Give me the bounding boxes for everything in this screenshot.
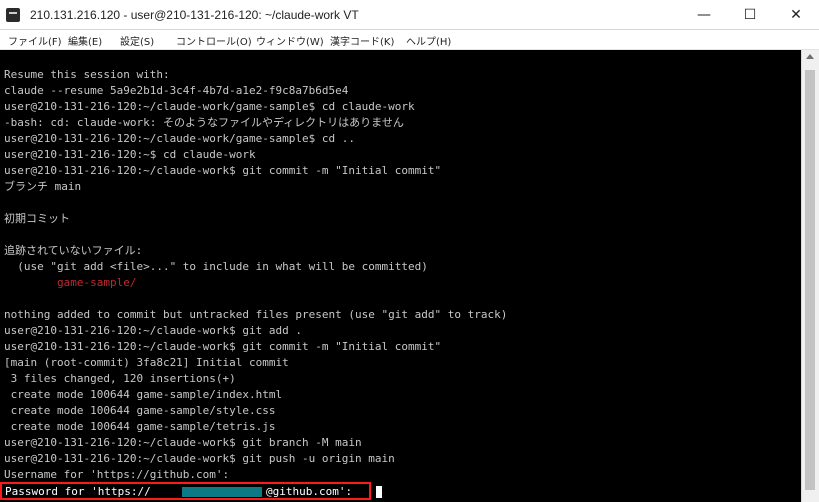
terminal-cursor[interactable] bbox=[376, 486, 382, 498]
menu-kanji-code[interactable]: 漢字コード(K) bbox=[330, 33, 394, 48]
terminal-output[interactable]: Resume this session with: claude --resum… bbox=[0, 50, 801, 502]
terminal-window: 210.131.216.120 - user@210-131-216-120: … bbox=[0, 0, 819, 502]
menu-edit[interactable]: 編集(E) bbox=[68, 33, 102, 48]
menu-window[interactable]: ウィンドウ(W) bbox=[256, 33, 324, 48]
terminal-line: user@210-131-216-120:~/claude-work$ git … bbox=[4, 164, 442, 177]
password-prompt-suffix: @github.com': bbox=[266, 485, 353, 498]
menu-settings[interactable]: 設定(S) bbox=[120, 33, 154, 48]
terminal-line: create mode 100644 game-sample/index.htm… bbox=[4, 388, 283, 401]
terminal-line: user@210-131-216-120:~/claude-work$ git … bbox=[4, 436, 362, 449]
terminal-line: -bash: cd: claude-work: そのようなファイルやディレクトリ… bbox=[4, 116, 404, 129]
terminal-line-untracked: game-sample/ bbox=[4, 276, 137, 289]
maximize-button[interactable]: ☐ bbox=[727, 0, 773, 30]
terminal-line: user@210-131-216-120:~/claude-work$ git … bbox=[4, 452, 395, 465]
terminal-line: ブランチ main bbox=[4, 180, 82, 193]
close-button[interactable]: ✕ bbox=[773, 0, 819, 30]
terminal-app-icon bbox=[6, 8, 20, 22]
terminal-line: Resume this session with: bbox=[4, 68, 170, 81]
menu-bar: ファイル(F) 編集(E) 設定(S) コントロール(O) ウィンドウ(W) 漢… bbox=[0, 30, 819, 50]
redacted-username bbox=[182, 487, 262, 497]
vertical-scrollbar[interactable] bbox=[801, 50, 819, 502]
terminal-line: user@210-131-216-120:~/claude-work$ git … bbox=[4, 340, 442, 353]
terminal-line: create mode 100644 game-sample/style.css bbox=[4, 404, 276, 417]
minimize-button[interactable]: — bbox=[681, 0, 727, 30]
terminal-line: user@210-131-216-120:~$ cd claude-work bbox=[4, 148, 256, 161]
terminal-line: (use "git add <file>..." to include in w… bbox=[4, 260, 428, 273]
scroll-up-icon[interactable] bbox=[806, 54, 814, 59]
menu-file[interactable]: ファイル(F) bbox=[8, 33, 62, 48]
terminal-line: claude --resume 5a9e2b1d-3c4f-4b7d-a1e2-… bbox=[4, 84, 349, 97]
terminal-line: 追跡されていないファイル: bbox=[4, 244, 143, 257]
terminal-line: nothing added to commit but untracked fi… bbox=[4, 308, 508, 321]
title-bar[interactable]: 210.131.216.120 - user@210-131-216-120: … bbox=[0, 0, 819, 30]
terminal-line: 初期コミット bbox=[4, 212, 70, 225]
terminal-line: user@210-131-216-120:~/claude-work$ git … bbox=[4, 324, 303, 337]
password-prompt-prefix: Password for 'https:// bbox=[5, 485, 151, 498]
menu-help[interactable]: ヘルプ(H) bbox=[406, 33, 451, 48]
scroll-thumb[interactable] bbox=[805, 70, 815, 490]
password-prompt-highlight: Password for 'https:// @github.com': bbox=[0, 482, 371, 500]
terminal-line: user@210-131-216-120:~/claude-work/game-… bbox=[4, 132, 355, 145]
terminal-line: 3 files changed, 120 insertions(+) bbox=[4, 372, 236, 385]
terminal-line: create mode 100644 game-sample/tetris.js bbox=[4, 420, 276, 433]
window-title: 210.131.216.120 - user@210-131-216-120: … bbox=[30, 8, 359, 22]
terminal-line-username: Username for 'https://github.com': bbox=[4, 468, 236, 481]
terminal-line: [main (root-commit) 3fa8c21] Initial com… bbox=[4, 356, 289, 369]
terminal-line: user@210-131-216-120:~/claude-work/game-… bbox=[4, 100, 415, 113]
menu-control[interactable]: コントロール(O) bbox=[176, 33, 252, 48]
